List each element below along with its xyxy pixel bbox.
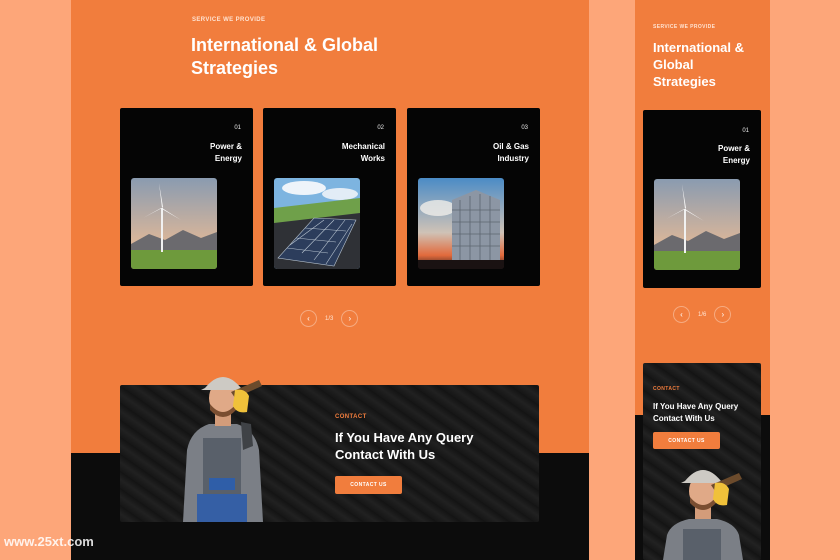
card-number: 01 [234,125,241,131]
card-title-line: Energy [214,154,242,163]
mobile-mockup: SERVICE WE PROVIDE International & Globa… [635,0,770,560]
contact-us-button[interactable]: CONTACT US [335,476,402,494]
service-card-oil-gas[interactable]: 03 Oil & Gas Industry [407,108,540,286]
mobile-contact-banner: CONTACT If You Have Any Query Contact Wi… [643,363,761,560]
title-line: Global [653,57,694,72]
contact-us-button[interactable]: CONTACT US [653,432,720,449]
card-title: Power & Energy [162,141,242,165]
title-line: Strategies [191,58,279,78]
mobile-services-eyebrow: SERVICE WE PROVIDE [653,24,716,30]
mobile-services-title: International & Global Strategies [653,39,744,90]
contact-title-line: Contact With Us [653,414,715,423]
wind-turbine-photo [131,178,217,269]
desktop-pager: ‹ 1/3 › [300,310,359,327]
next-button[interactable]: › [714,306,732,323]
contact-title-line: If You Have Any Query [335,430,474,445]
card-title-line: Oil & Gas [492,142,529,151]
contact-title: If You Have Any Query Contact With Us [653,401,738,425]
contact-eyebrow: CONTACT [653,386,680,392]
card-title-line: Works [360,154,385,163]
card-title: Mechanical Works [305,141,385,165]
storage-silo-photo [418,178,504,269]
card-number: 02 [377,125,384,131]
service-card-power[interactable]: 01 Power & Energy [120,108,253,286]
card-title-line: Industry [497,154,529,163]
card-title-line: Mechanical [341,142,385,151]
page-count: 1/6 [698,311,707,318]
mobile-pager: ‹ 1/6 › [673,306,732,323]
next-button[interactable]: › [341,310,359,327]
card-title-line: Power & [717,144,750,153]
services-title: International & Global Strategies [191,34,378,80]
card-number: 03 [521,125,528,131]
card-number: 01 [742,128,749,134]
wind-turbine-photo [654,179,740,270]
contact-eyebrow: CONTACT [335,414,367,420]
title-line: International & Global [191,35,379,55]
card-title: Power & Energy [670,143,750,167]
contact-title: If You Have Any Query Contact With Us [335,429,473,463]
worker-photo [183,377,263,522]
prev-button[interactable]: ‹ [300,310,317,327]
card-title-line: Power & [209,142,242,151]
desktop-mockup: SERVICE WE PROVIDE International & Globa… [71,0,589,560]
mobile-service-card-power[interactable]: 01 Power & Energy [643,110,761,288]
prev-button[interactable]: ‹ [673,306,690,323]
page-count: 1/3 [325,315,334,322]
worker-photo [663,470,743,560]
card-title-line: Energy [722,156,750,165]
service-card-mechanical[interactable]: 02 Mechanical Works [263,108,396,286]
contact-title-line: If You Have Any Query [653,402,739,411]
card-title: Oil & Gas Industry [449,141,529,165]
services-eyebrow: SERVICE WE PROVIDE [192,17,266,23]
title-line: Strategies [653,74,716,89]
watermark-text: www.25xt.com [4,534,94,549]
solar-panels-photo [274,178,360,269]
title-line: International & [653,40,745,55]
contact-title-line: Contact With Us [335,447,436,462]
